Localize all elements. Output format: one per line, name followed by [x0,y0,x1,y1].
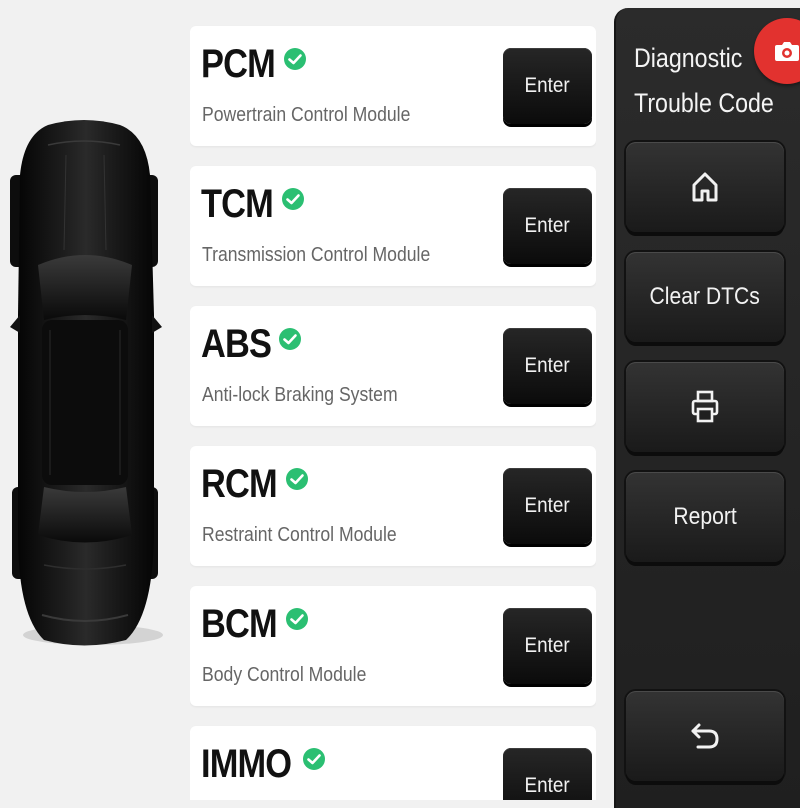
module-name: ABS [201,322,272,366]
back-button[interactable] [626,691,784,781]
action-panel: Diagnostic Trouble Code Clear DTCs Repor… [614,8,800,808]
enter-button-tcm[interactable]: Enter [503,188,592,264]
module-card-bcm: BCM Body Control Module Enter [190,586,596,706]
module-description: Anti-lock Braking System [202,384,398,406]
check-icon [283,48,306,70]
check-icon [281,188,304,210]
check-icon [302,748,325,770]
enter-label: Enter [524,74,571,97]
enter-button-abs[interactable]: Enter [503,328,592,404]
vehicle-illustration [0,0,185,800]
car-top-view-image [10,120,163,646]
module-header: BCM [201,600,309,648]
report-label: Report [673,503,737,530]
check-icon [286,608,309,630]
module-description: Powertrain Control Module [202,104,411,126]
check-icon [286,468,309,490]
module-header: IMMO [201,740,326,788]
home-icon [692,172,718,202]
enter-label: Enter [524,774,571,797]
camera-icon [775,42,799,61]
module-header: TCM [201,180,305,228]
module-list: PCM Powertrain Control Module Enter TCM … [190,0,596,800]
panel-title: Diagnostic Trouble Code [634,36,774,126]
module-description: Body Control Module [202,664,367,686]
module-name: PCM [201,42,276,86]
module-name: IMMO [201,742,292,786]
enter-button-pcm[interactable]: Enter [503,48,592,124]
module-description: Restraint Control Module [202,524,397,546]
module-card-pcm: PCM Powertrain Control Module Enter [190,26,596,146]
panel-title-line1: Diagnostic [634,43,743,73]
module-card-rcm: RCM Restraint Control Module Enter [190,446,596,566]
home-button[interactable] [626,142,784,232]
report-button[interactable]: Report [626,472,784,562]
module-name: RCM [201,462,278,506]
enter-label: Enter [524,634,571,657]
enter-button-immo[interactable]: Enter [503,748,592,800]
module-description: Transmission Control Module [202,244,431,266]
module-header: PCM [201,40,307,88]
enter-button-bcm[interactable]: Enter [503,608,592,684]
module-header: ABS [201,320,302,368]
panel-title-line2: Trouble Code [634,88,774,118]
enter-button-rcm[interactable]: Enter [503,468,592,544]
enter-label: Enter [524,214,571,237]
module-card-tcm: TCM Transmission Control Module Enter [190,166,596,286]
printer-icon [691,390,719,423]
check-icon [279,328,302,350]
enter-label: Enter [524,354,571,377]
enter-label: Enter [524,494,571,517]
module-name: BCM [201,602,278,646]
module-card-immo: IMMO Enter [190,726,596,800]
module-name: TCM [201,182,274,226]
back-arrow-icon [691,723,719,749]
print-button[interactable] [626,362,784,452]
module-header: RCM [201,460,309,508]
clear-dtcs-label: Clear DTCs [649,283,761,310]
module-card-abs: ABS Anti-lock Braking System Enter [190,306,596,426]
clear-dtcs-button[interactable]: Clear DTCs [626,252,784,342]
